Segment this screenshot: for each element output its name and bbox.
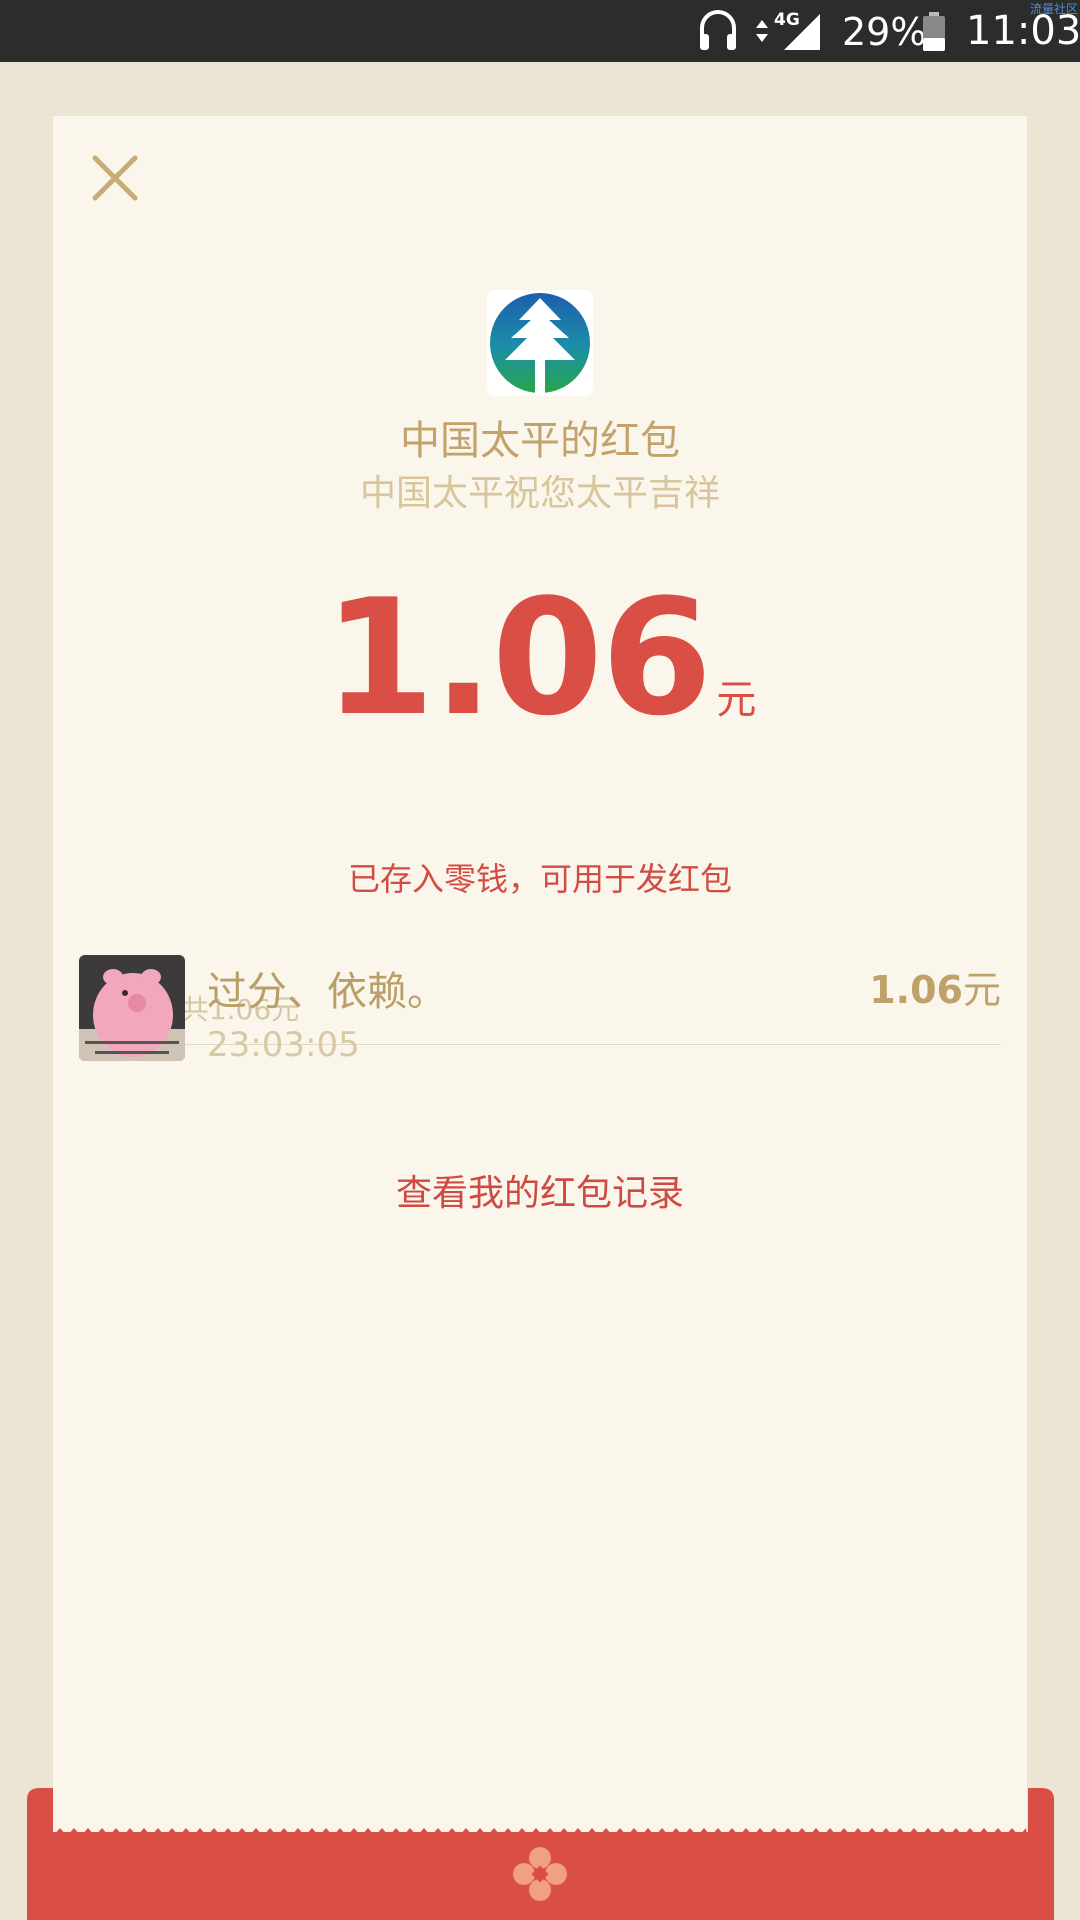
flower-icon bbox=[513, 1847, 567, 1901]
close-icon[interactable] bbox=[89, 152, 141, 204]
zigzag-edge bbox=[53, 1828, 1027, 1846]
amount-display: 1.06 元 bbox=[53, 564, 1027, 751]
record-amount: 1.06元 bbox=[869, 968, 1001, 1012]
record-name: 过分、依赖。 bbox=[207, 969, 447, 1015]
sender-title: 中国太平的红包 bbox=[400, 418, 680, 464]
view-history-link[interactable]: 查看我的红包记录 bbox=[53, 1164, 1027, 1216]
avatar bbox=[79, 955, 185, 1061]
amount-unit: 元 bbox=[716, 677, 757, 723]
red-packet-detail-card: 中国太平的红包 中国太平祝您太平吉祥 1.06 元 已存入零钱，可用于发红包 1个… bbox=[53, 116, 1027, 1856]
blessing-text: 中国太平祝您太平吉祥 bbox=[359, 473, 720, 514]
headphones-icon bbox=[700, 10, 736, 50]
status-bar: 4G 29% 11:03 流量社区 bbox=[0, 0, 1080, 62]
china-taiping-logo bbox=[487, 290, 593, 396]
battery-icon bbox=[923, 12, 945, 51]
signal-arrows-icon bbox=[756, 20, 768, 42]
watermark: 流量社区 bbox=[1029, 2, 1078, 16]
list-item[interactable]: 过分、依赖。 23:03:05 1.06元 bbox=[79, 955, 1001, 1065]
amount-value: 1.06 bbox=[323, 564, 713, 751]
battery-percent: 29% bbox=[842, 10, 927, 54]
signal-icon bbox=[784, 14, 820, 50]
deposit-note: 已存入零钱，可用于发红包 bbox=[347, 860, 732, 898]
record-time: 23:03:05 bbox=[207, 1025, 360, 1065]
